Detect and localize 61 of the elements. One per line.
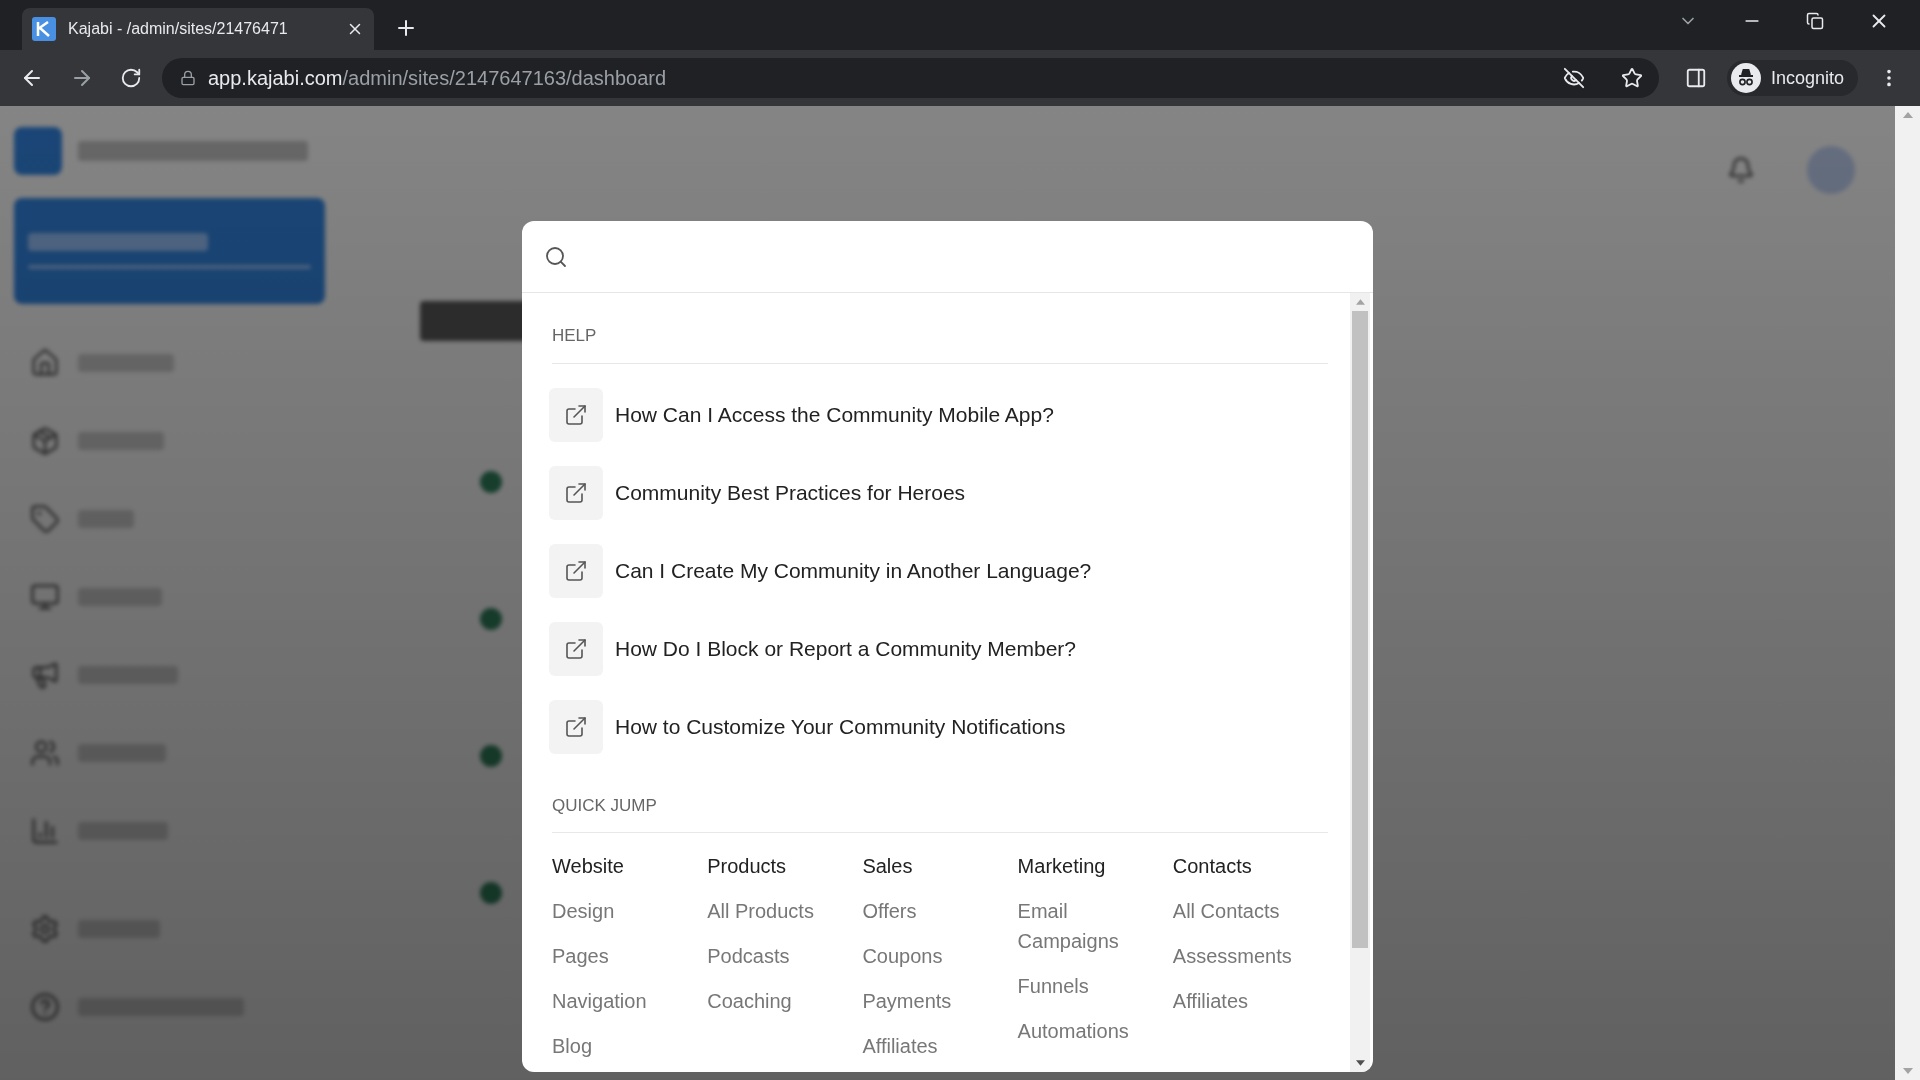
section-title: HELP — [552, 326, 597, 345]
help-article-link[interactable]: How to Customize Your Community Notifications — [549, 687, 1328, 766]
tab-title: Kajabi - /admin/sites/21476471 — [68, 19, 289, 39]
browser-tab[interactable]: Kajabi - /admin/sites/21476471 — [22, 8, 374, 50]
eye-off-icon[interactable] — [1562, 67, 1585, 89]
column-heading: Marketing — [1017, 854, 1107, 879]
quick-jump-link[interactable]: All Products — [707, 896, 863, 926]
nav-icon — [30, 582, 60, 612]
external-link-icon — [549, 621, 603, 676]
nav-icon — [30, 348, 60, 378]
help-article-link[interactable]: Can I Create My Community in Another Language? — [549, 531, 1328, 610]
logo-icon — [32, 17, 56, 41]
column-heading: Contacts — [1172, 854, 1253, 879]
quick-jump-link[interactable]: Navigation — [552, 986, 708, 1016]
quick-jump-link[interactable]: Podcasts — [707, 941, 863, 971]
external-link-icon — [549, 699, 603, 754]
lock-icon — [180, 70, 196, 86]
external-link-icon — [549, 387, 603, 442]
column-heading: Sales — [862, 854, 914, 879]
quick-jump-link[interactable]: All Contacts — [1172, 896, 1328, 926]
quick-jump-link[interactable]: Pages — [552, 941, 708, 971]
help-article-link[interactable]: How Do I Block or Report a Community Member? — [549, 609, 1328, 688]
column-heading: Website — [552, 854, 625, 879]
external-link-icon — [549, 543, 603, 598]
quick-jump-link[interactable]: Design — [552, 896, 708, 926]
profile-label: Incognito — [1770, 66, 1844, 90]
nav-icon — [30, 738, 60, 768]
nav-icon — [30, 914, 60, 944]
profile-button[interactable]: Incognito — [1726, 60, 1858, 96]
help-article-link[interactable]: Community Best Practices for Heroes — [549, 453, 1328, 532]
site-logo — [14, 127, 62, 175]
incognito-icon — [1730, 63, 1761, 93]
quick-jump-link[interactable]: Automations — [1017, 1016, 1173, 1046]
section-title: QUICK JUMP — [552, 795, 657, 815]
quick-jump-link[interactable]: Funnels — [1017, 971, 1173, 1001]
reload-icon[interactable] — [120, 67, 142, 89]
quick-jump-link[interactable]: Payments — [862, 986, 1018, 1016]
scrollbar[interactable] — [1350, 293, 1370, 1072]
nav-icon — [30, 426, 60, 456]
quick-jump-link[interactable]: Affiliates — [1172, 986, 1328, 1016]
url-text: app.kajabi.com/admin/sites/2147647163/dashboard — [208, 66, 667, 91]
quick-jump-link[interactable]: Assessments — [1172, 941, 1328, 971]
quick-jump-link[interactable]: Affiliates — [862, 1031, 1018, 1061]
quick-jump-link[interactable]: Email Campaigns — [1017, 896, 1173, 956]
nav-icon — [30, 816, 60, 846]
nav-icon — [30, 992, 60, 1022]
help-article-link[interactable]: How Can I Access the Community Mobile App? — [549, 375, 1328, 454]
bookmark-star-icon[interactable] — [1620, 67, 1643, 89]
address-bar[interactable]: app.kajabi.com/admin/sites/2147647163/dashboard — [162, 58, 1659, 98]
search-icon — [544, 244, 568, 269]
external-link-icon — [549, 465, 603, 520]
nav-icon — [30, 504, 60, 534]
quick-jump-link[interactable]: Offers — [862, 896, 1018, 926]
quick-jump-link[interactable]: Coaching — [707, 986, 863, 1016]
side-panel-icon[interactable] — [1684, 67, 1707, 89]
column-heading: Products — [707, 854, 788, 879]
quick-jump-link[interactable]: Coupons — [862, 941, 1018, 971]
nav-icon — [30, 660, 60, 690]
restore-icon[interactable] — [1806, 12, 1824, 30]
scroll-down-icon[interactable] — [1355, 1060, 1365, 1066]
quick-jump-link[interactable]: Blog — [552, 1031, 708, 1061]
